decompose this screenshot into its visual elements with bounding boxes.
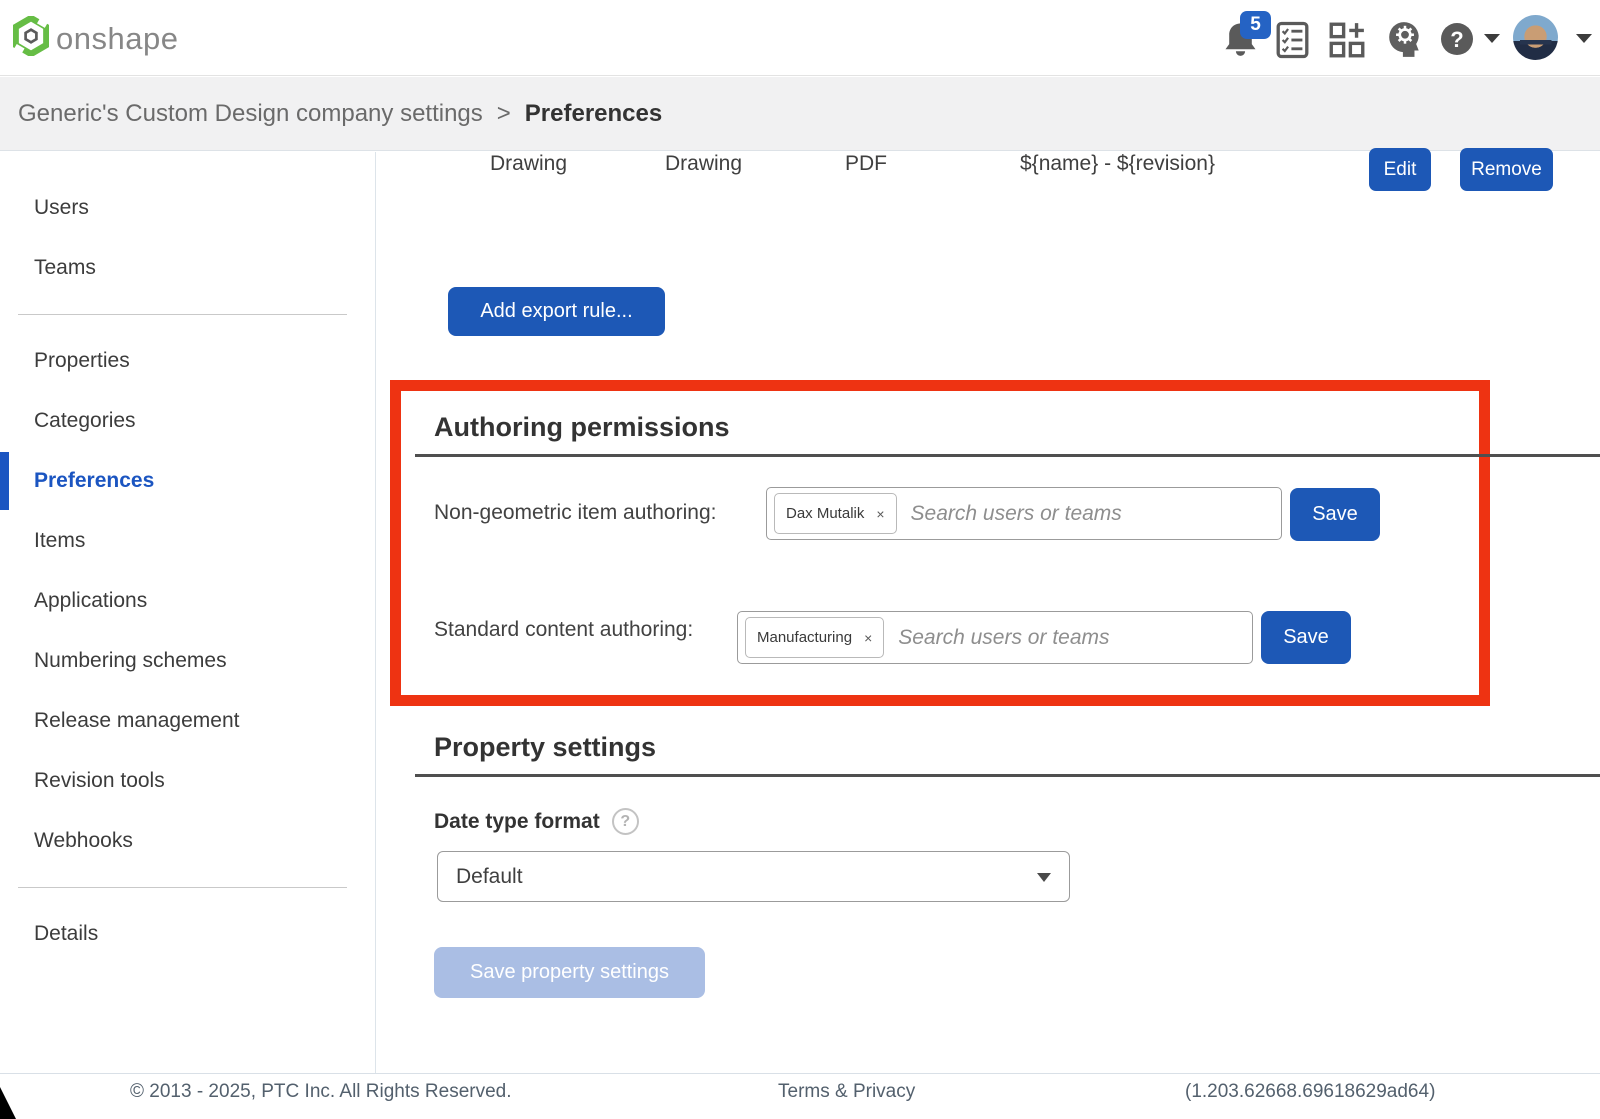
- apps-grid-add-icon[interactable]: [1329, 22, 1365, 58]
- export-rule-cell-type: Drawing: [490, 152, 567, 176]
- breadcrumb-separator-icon: >: [497, 100, 511, 128]
- chip-remove-icon[interactable]: ×: [876, 506, 884, 522]
- user-avatar[interactable]: [1513, 15, 1558, 60]
- authoring-permissions-title: Authoring permissions: [434, 412, 730, 443]
- svg-text:?: ?: [1450, 27, 1463, 52]
- breadcrumb-company-settings[interactable]: Generic's Custom Design company settings: [18, 100, 483, 128]
- onshape-logo-icon[interactable]: [13, 16, 49, 56]
- remove-export-rule-button[interactable]: Remove: [1460, 148, 1553, 191]
- section-divider: [415, 774, 1600, 777]
- team-chip: Manufacturing ×: [745, 617, 884, 658]
- sidebar-item-applications[interactable]: Applications: [0, 571, 375, 631]
- dropdown-selected-value: Default: [456, 865, 523, 889]
- sidebar-item-release-management[interactable]: Release management: [0, 691, 375, 751]
- help-tooltip-icon[interactable]: ?: [612, 808, 639, 835]
- dropdown-caret-icon: [1037, 873, 1051, 882]
- sidebar-item-categories[interactable]: Categories: [0, 391, 375, 451]
- property-settings-title: Property settings: [434, 732, 656, 763]
- help-dropdown-caret-icon[interactable]: [1484, 34, 1500, 43]
- tasks-checklist-icon[interactable]: [1276, 21, 1309, 59]
- help-question-icon[interactable]: ?: [1440, 22, 1474, 56]
- onshape-wordmark: onshape: [56, 21, 178, 57]
- sidebar-item-items[interactable]: Items: [0, 511, 375, 571]
- sidebar-item-preferences[interactable]: Preferences: [0, 451, 375, 511]
- sidebar-item-properties[interactable]: Properties: [0, 331, 375, 391]
- standard-content-authoring-input[interactable]: Manufacturing ×: [737, 611, 1253, 664]
- footer-terms-privacy-link[interactable]: Terms & Privacy: [778, 1081, 915, 1103]
- non-geometric-authoring-input[interactable]: Dax Mutalik ×: [766, 487, 1282, 540]
- active-item-indicator: [0, 452, 9, 510]
- breadcrumb: Generic's Custom Design company settings…: [0, 77, 1600, 151]
- save-non-geometric-button[interactable]: Save: [1290, 488, 1380, 541]
- account-dropdown-caret-icon[interactable]: [1576, 34, 1592, 43]
- sidebar-divider: [18, 314, 347, 315]
- notification-count-badge: 5: [1240, 11, 1271, 39]
- sidebar-item-webhooks[interactable]: Webhooks: [0, 811, 375, 871]
- sidebar-item-users[interactable]: Users: [0, 178, 375, 238]
- chip-label: Manufacturing: [757, 629, 852, 646]
- cursor-artifact: [0, 1087, 16, 1119]
- sidebar-item-teams[interactable]: Teams: [0, 238, 375, 298]
- top-bar: onshape 5: [0, 0, 1600, 76]
- user-chip: Dax Mutalik ×: [774, 493, 897, 534]
- search-users-input[interactable]: [898, 626, 1252, 650]
- non-geometric-authoring-label: Non-geometric item authoring:: [434, 501, 716, 525]
- export-rule-cell-format: PDF: [845, 152, 887, 176]
- section-divider: [415, 454, 1600, 457]
- search-users-input[interactable]: [911, 502, 1281, 526]
- export-rule-cell-source: Drawing: [665, 152, 742, 176]
- sidebar-divider: [18, 887, 347, 888]
- footer-copyright: © 2013 - 2025, PTC Inc. All Rights Reser…: [130, 1081, 512, 1103]
- edit-export-rule-button[interactable]: Edit: [1369, 148, 1431, 191]
- chip-label: Dax Mutalik: [786, 505, 864, 522]
- settings-sidebar: Users Teams Properties Categories Prefer…: [0, 152, 376, 1073]
- add-export-rule-button[interactable]: Add export rule...: [448, 287, 665, 336]
- save-standard-content-button[interactable]: Save: [1261, 611, 1351, 664]
- learning-center-head-gear-icon[interactable]: [1387, 20, 1423, 60]
- sidebar-item-details[interactable]: Details: [0, 904, 375, 964]
- date-format-dropdown[interactable]: Default: [437, 851, 1070, 902]
- page: onshape 5: [0, 0, 1600, 1119]
- date-type-format-label: Date type format ?: [434, 808, 639, 835]
- footer-divider: [0, 1073, 1600, 1074]
- sidebar-item-numbering-schemes[interactable]: Numbering schemes: [0, 631, 375, 691]
- standard-content-authoring-label: Standard content authoring:: [434, 618, 693, 642]
- save-property-settings-button[interactable]: Save property settings: [434, 947, 705, 998]
- export-rule-cell-template: ${name} - ${revision}: [1020, 152, 1215, 176]
- sidebar-item-revision-tools[interactable]: Revision tools: [0, 751, 375, 811]
- breadcrumb-current-page: Preferences: [525, 100, 662, 128]
- footer-version: (1.203.62668.69618629ad64): [1185, 1081, 1435, 1103]
- chip-remove-icon[interactable]: ×: [864, 630, 872, 646]
